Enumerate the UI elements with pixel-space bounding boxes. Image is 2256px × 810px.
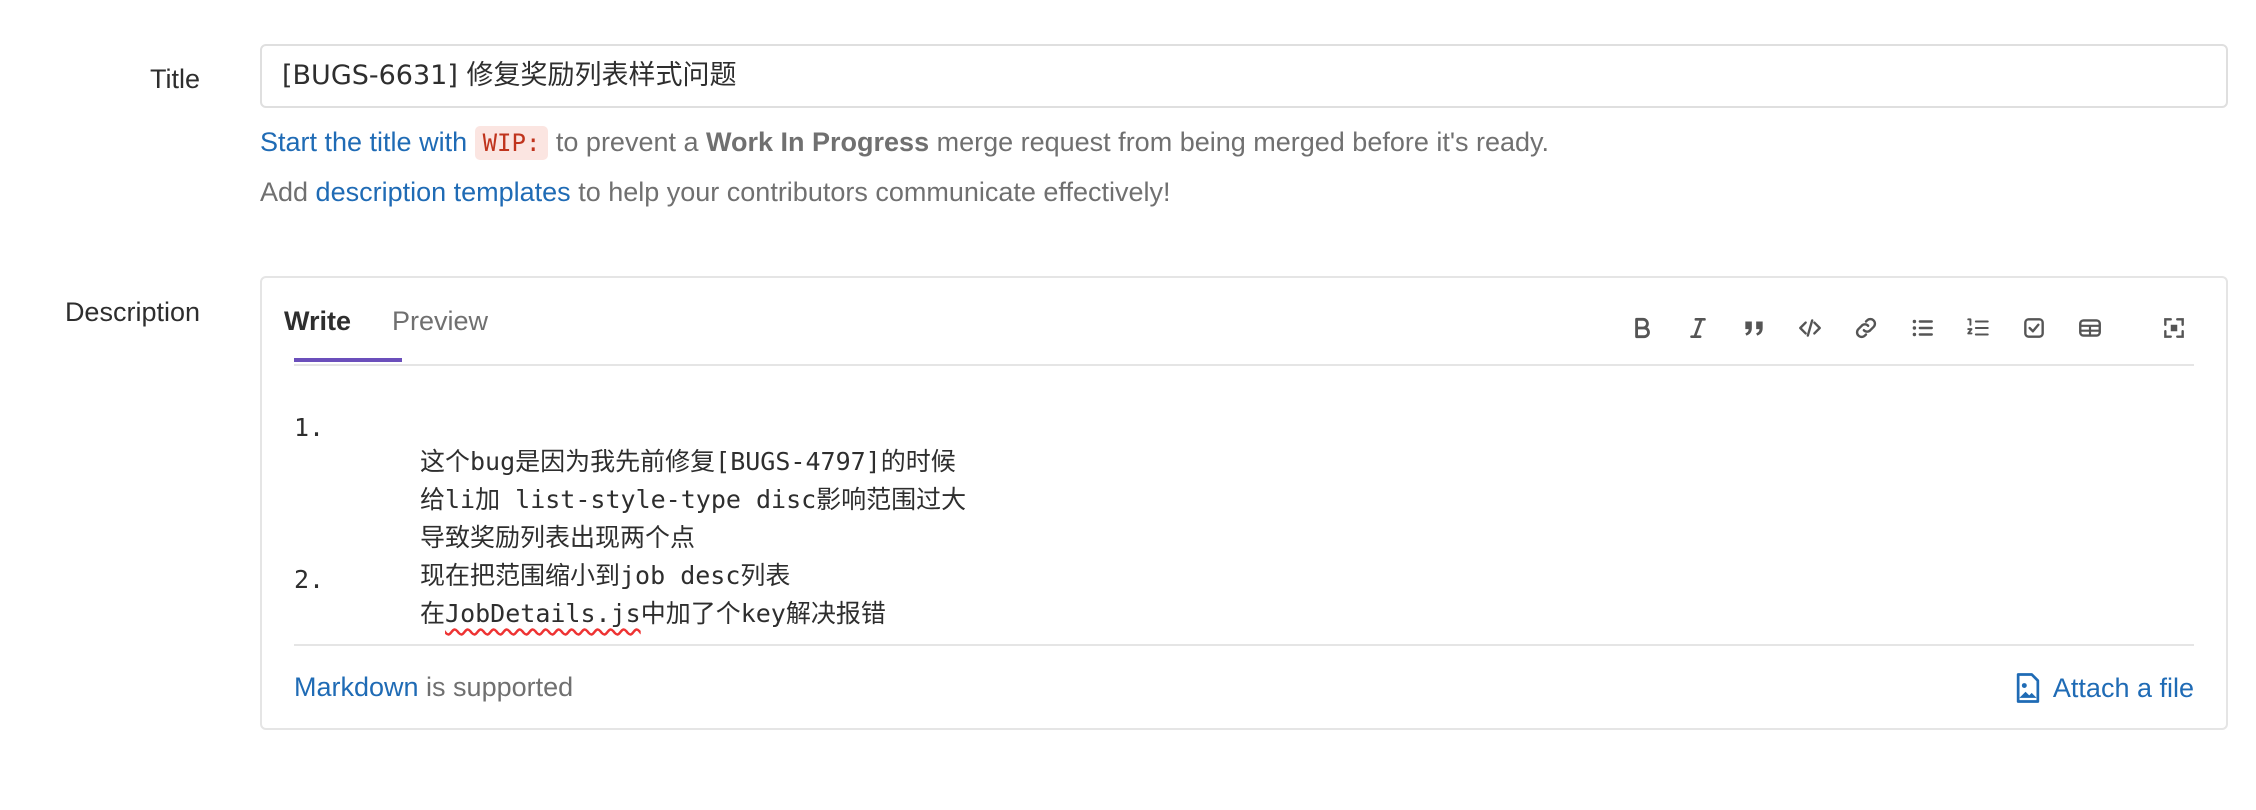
title-label: Title [149, 64, 200, 94]
wip-help-bold: Work In Progress [706, 127, 930, 157]
description-label: Description [64, 297, 200, 327]
italic-icon[interactable] [1678, 308, 1718, 348]
numbered-list-icon[interactable] [1958, 308, 1998, 348]
list-number: 2. [294, 565, 325, 594]
line-text: 现在把范围缩小到job desc列表 [420, 561, 791, 590]
description-textarea[interactable]: 1. 这个bug是因为我先前修复[BUGS-4797]的时候 给li加 list… [294, 384, 2194, 628]
wip-help-end: merge request from being merged before i… [929, 127, 1550, 157]
wip-help-text: Start the title with WIP: to prevent a W… [260, 126, 1550, 160]
tab-preview[interactable]: Preview [392, 306, 488, 337]
wip-help-mid: to prevent a [548, 127, 707, 157]
markdown-note-rest: is supported [418, 672, 574, 702]
description-editor: Write Preview 1. 这个bug是因为我先前修复[BUGS-4797… [260, 276, 2228, 730]
templates-help-text: Add description templates to help your c… [260, 177, 1170, 208]
templates-help-pre: Add [260, 177, 316, 207]
wip-help-link[interactable]: Start the title with [260, 127, 467, 157]
line-text: 在JobDetails.js中加了个key解决报错 [420, 594, 886, 630]
link-icon[interactable] [1846, 308, 1886, 348]
fullscreen-icon[interactable] [2154, 308, 2194, 348]
line-text-pre: 在 [420, 599, 446, 628]
tab-write[interactable]: Write [284, 306, 351, 337]
markdown-note: Markdown is supported [294, 672, 573, 703]
spellcheck-word: JobDetails.js [445, 599, 641, 628]
attach-file-button[interactable]: Attach a file [2013, 672, 2194, 704]
markdown-link[interactable]: Markdown [294, 672, 419, 702]
tab-divider [294, 364, 2194, 366]
quote-icon[interactable] [1734, 308, 1774, 348]
line-text: 这个bug是因为我先前修复[BUGS-4797]的时候 [420, 447, 956, 476]
bold-icon[interactable] [1622, 308, 1662, 348]
wip-code: WIP: [474, 126, 549, 160]
description-templates-link[interactable]: description templates [316, 177, 571, 207]
image-file-icon [2016, 673, 2040, 703]
active-tab-indicator [294, 358, 402, 362]
line-text: 导致奖励列表出现两个点 [420, 523, 696, 552]
list-item: 2. 在JobDetails.js中加了个key解决报错 [294, 536, 886, 652]
task-list-icon[interactable] [2014, 308, 2054, 348]
table-icon[interactable] [2070, 308, 2110, 348]
markdown-toolbar [1622, 308, 2194, 348]
line-text: 给li加 list-style-type disc影响范围过大 [420, 485, 967, 514]
line-text-post: 中加了个key解决报错 [640, 599, 886, 628]
code-icon[interactable] [1790, 308, 1830, 348]
title-input[interactable]: [BUGS-6631] 修复奖励列表样式问题 [260, 44, 2228, 108]
templates-help-post: to help your contributors communicate ef… [570, 177, 1171, 207]
bullet-list-icon[interactable] [1902, 308, 1942, 348]
attach-file-label: Attach a file [2052, 672, 2194, 703]
footer-divider [294, 644, 2194, 646]
